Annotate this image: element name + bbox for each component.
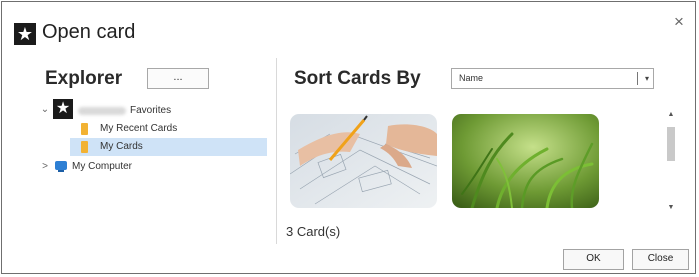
close-icon[interactable]: × xyxy=(671,13,687,30)
dropdown-separator xyxy=(637,72,638,85)
tree-item-favorites[interactable]: ⌄ ★ Favorites xyxy=(37,99,267,120)
cards-pane: Sort Cards By Name ▾ ▲ ▼ 3 Card(s) xyxy=(282,58,682,246)
scroll-up-arrow-icon[interactable]: ▲ xyxy=(667,111,675,119)
chevron-down-icon[interactable]: ⌄ xyxy=(40,101,50,119)
explorer-pane: Explorer ... ⌄ ★ Favorites My Recent Car… xyxy=(37,58,277,246)
card-thumbnail-blueprint[interactable] xyxy=(290,114,437,208)
cards-scrollbar[interactable]: ▲ ▼ xyxy=(664,109,678,217)
title-bar: ★ Open card × xyxy=(2,2,695,48)
card-count: 3 Card(s) xyxy=(286,224,341,239)
sort-selected-value: Name xyxy=(459,73,484,83)
chevron-down-icon[interactable]: ▾ xyxy=(645,72,649,85)
tree-item-label: My Recent Cards xyxy=(100,123,178,134)
sort-label: Sort Cards By xyxy=(294,68,421,89)
tree-item-recent-cards[interactable]: My Recent Cards xyxy=(70,120,267,138)
dialog-title: Open card xyxy=(42,21,136,43)
tree-item-my-cards[interactable]: My Cards xyxy=(70,138,267,156)
star-icon: ★ xyxy=(14,23,36,45)
browse-button[interactable]: ... xyxy=(147,68,209,89)
scroll-down-arrow-icon[interactable]: ▼ xyxy=(667,204,675,212)
chevron-right-icon[interactable]: > xyxy=(40,158,50,176)
redacted-user-name xyxy=(78,107,126,115)
card-thumbnail-grass[interactable] xyxy=(452,114,599,208)
folder-icon xyxy=(81,141,88,153)
scroll-thumb[interactable] xyxy=(667,127,675,161)
tree-item-label: My Cards xyxy=(100,141,143,152)
explorer-label: Explorer xyxy=(45,68,123,89)
grass-image xyxy=(452,114,599,208)
sort-dropdown[interactable]: Name ▾ xyxy=(451,68,654,89)
tree-item-label: Favorites xyxy=(130,105,172,116)
blueprint-image xyxy=(290,114,437,208)
tree-item-label: My Computer xyxy=(72,161,133,172)
close-button[interactable]: Close xyxy=(632,249,689,270)
open-card-dialog: ★ Open card × Explorer ... ⌄ ★ Favorites… xyxy=(1,1,696,274)
computer-icon xyxy=(55,161,67,172)
ok-button[interactable]: OK xyxy=(563,249,624,270)
folder-icon xyxy=(81,123,88,135)
tree-item-my-computer[interactable]: > My Computer xyxy=(37,158,267,176)
favorites-star-icon: ★ xyxy=(53,99,73,119)
